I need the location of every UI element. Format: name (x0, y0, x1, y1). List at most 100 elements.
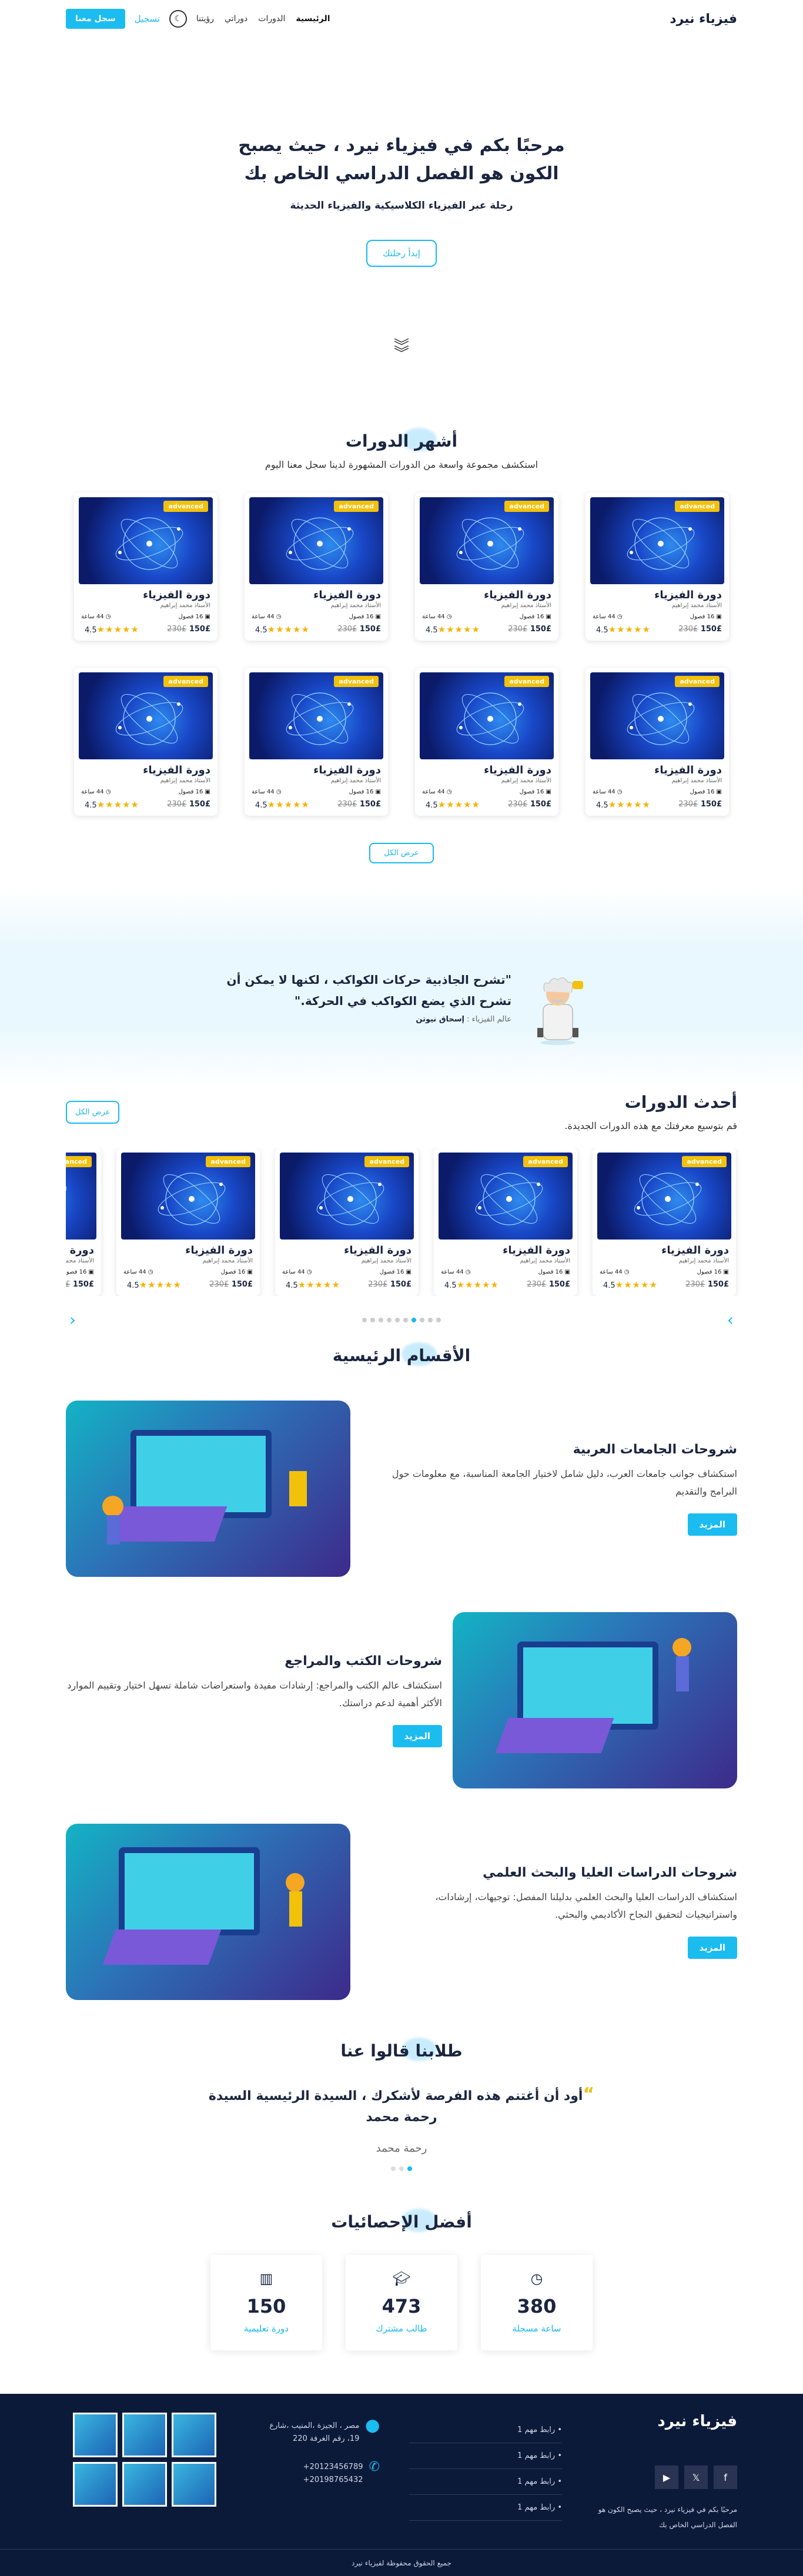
slider-nav: › ‹ (0, 1310, 803, 1329)
course-title: دورة الفيزياء (654, 764, 722, 776)
slider-dot-active[interactable] (411, 1317, 416, 1322)
footer-gallery (73, 2413, 216, 2507)
star-rating-icon: ★★★★★ (139, 1279, 182, 1290)
section-heading: شروحات الدراسات العليا والبحث العلمي (483, 1865, 737, 1880)
slider-dot[interactable] (420, 1317, 424, 1322)
course-card[interactable]: advancedدورة الفيزياءالأستاذ محمد إبراهي… (593, 1148, 736, 1296)
section-illustration (66, 1401, 350, 1577)
course-teacher: الأستاذ محمد إبراهيم (361, 1258, 411, 1264)
course-body: دورة الفيزياءالأستاذ محمد إبراهيم▣ 16 فص… (116, 1240, 260, 1290)
slider-dot[interactable] (370, 1317, 375, 1322)
testimonial-dot[interactable] (399, 2166, 404, 2171)
course-price: 150£ 230£ (678, 800, 722, 809)
course-card[interactable]: advancedدورة الفيزياءالأستاذ محمد إبراهي… (585, 493, 729, 641)
star-rating-icon: ★★★★★ (267, 799, 310, 810)
footer-brand: فيزياء نيرد f 𝕏 ▶ مرحبًا بكم في فيزياء ن… (584, 2413, 737, 2533)
join-button[interactable]: سجل معنا (66, 9, 125, 29)
course-footer: 150£ 230£ ★★★★★4.5 (422, 624, 551, 635)
gallery-thumb[interactable] (172, 2462, 216, 2507)
twitter-icon[interactable]: 𝕏 (684, 2466, 708, 2489)
footer-link[interactable]: • رابط مهم 1 (409, 2469, 562, 2495)
slider-dot[interactable] (403, 1317, 408, 1322)
nav-link-home[interactable]: الرئيسية (296, 14, 330, 24)
footer-link[interactable]: • رابط مهم 1 (409, 2443, 562, 2469)
course-price: 150£ 230£ (508, 800, 551, 809)
slider-next-icon[interactable]: › (727, 1310, 734, 1329)
slider-dot[interactable] (436, 1317, 441, 1322)
facebook-icon[interactable]: f (714, 2466, 737, 2489)
course-card[interactable]: advancedدورة الفيزياءالأستاذ محمد إبراهي… (245, 493, 388, 641)
sections-title: الأقسام الرئيسية (0, 1346, 803, 1365)
course-teacher: الأستاذ محمد إبراهيم (671, 602, 722, 609)
course-price: 150£ 230£ (337, 625, 381, 634)
course-title: دورة الفيزياء (143, 764, 210, 776)
testimonial-dot[interactable] (391, 2166, 396, 2171)
course-meta: ▣ 16 فصول ◷ 44 ساعة (593, 789, 722, 795)
course-body: دورة الفيزياءالأستاذ محمد إبراهيم▣ 16 فص… (593, 1240, 736, 1290)
course-card[interactable]: advancedدورة الفيزياءالأستاذ محمد إبراهي… (245, 668, 388, 816)
more-button[interactable]: المزيد (687, 1936, 737, 1959)
course-card[interactable]: advancedدورة الفيزياءالأستاذ محمد إبراهي… (415, 668, 558, 816)
hours-count: ◷ 44 ساعة (282, 1269, 312, 1275)
footer-logo[interactable]: فيزياء نيرد (584, 2413, 737, 2430)
theme-toggle-icon[interactable]: ☾ (169, 10, 187, 28)
course-footer: 150£ 230£ ★★★★★4.5 (600, 1279, 729, 1290)
start-journey-button[interactable]: إبدأ رحلتك (366, 240, 437, 267)
stat-label: ساعة مسجلة (512, 2323, 561, 2334)
site-logo[interactable]: فيزياء نيرد (670, 12, 737, 26)
slider-prev-icon[interactable]: ‹ (69, 1310, 76, 1329)
slider-dot[interactable] (362, 1317, 367, 1322)
slider-dot[interactable] (428, 1317, 433, 1322)
section-description: استكشاف عالم الكتب والمراجع: إرشادات مفي… (67, 1679, 442, 1709)
course-rating: ★★★★★4.5 (444, 1279, 499, 1290)
course-meta: ▣ 16 فصول ◷ 44 ساعة (593, 614, 722, 620)
slider-dot[interactable] (379, 1317, 383, 1322)
latest-courses-slider[interactable]: advanced دورة الفيزياء الأستاذ محمد إبراهي… (66, 1148, 803, 1296)
testimonial-dot-active[interactable] (407, 2166, 412, 2171)
course-price: 150£ 230£ (685, 1280, 729, 1289)
course-card[interactable]: advanced دورة الفيزياءالأستاذ محمد إبراهي… (116, 1148, 260, 1296)
popular-show-all-button[interactable]: عرض الكل (369, 843, 434, 863)
slider-dot[interactable] (387, 1317, 392, 1322)
hours-count: ◷ 44 ساعة (422, 614, 452, 620)
gallery-thumb[interactable] (73, 2413, 118, 2457)
latest-show-all-button[interactable]: عرض الكل (66, 1101, 120, 1124)
course-rating: ★★★★★4.5 (596, 799, 651, 810)
course-card[interactable]: advancedدورة الفيزياءالأستاذ محمد إبراهي… (74, 493, 218, 641)
course-thumbnail: advanced (121, 1153, 255, 1240)
course-card[interactable]: advancedدورة الفيزياءالأستاذ محمد إبراهي… (434, 1148, 577, 1296)
gallery-thumb[interactable] (172, 2413, 216, 2457)
course-meta: ▣ 16 فصول ◷ 44 ساعة (81, 614, 210, 620)
gallery-thumb[interactable] (122, 2462, 167, 2507)
level-badge: advanced (206, 1156, 250, 1167)
course-body: دورة الفيزياءالأستاذ محمد إبراهيم▣ 16 فص… (585, 759, 729, 810)
footer-link[interactable]: • رابط مهم 1 (409, 2417, 562, 2443)
stat-card-courses: ▥ 150 دورة تعليمية (210, 2255, 322, 2350)
scroll-down-icon[interactable]: ︾ ︾ (394, 339, 409, 361)
level-badge: advanced (66, 1156, 92, 1167)
nav-link-vision[interactable]: رؤيتنا (196, 14, 214, 24)
course-card[interactable]: advancedدورة الفيزياءالأستاذ محمد إبراهي… (585, 668, 729, 816)
course-card[interactable]: advancedدورة الفيزياءالأستاذ محمد إبراهي… (415, 493, 558, 641)
course-title: دورة الفيزياء (503, 1244, 570, 1257)
course-card[interactable]: advancedدورة الفيزياءالأستاذ محمد إبراهي… (275, 1148, 419, 1296)
star-rating-icon: ★★★★★ (608, 624, 651, 635)
more-button[interactable]: المزيد (392, 1724, 442, 1747)
course-card[interactable]: advancedدورة الفيزياءالأستاذ محمد إبراهي… (66, 1148, 101, 1296)
level-badge: advanced (163, 501, 208, 512)
youtube-icon[interactable]: ▶ (655, 2466, 678, 2489)
gallery-thumb[interactable] (73, 2462, 118, 2507)
nav-links: الرئيسية الدورات دوراتي رؤيتنا (196, 14, 330, 24)
login-link[interactable]: تسجيل (135, 14, 160, 24)
nav-link-my-courses[interactable]: دوراتي (225, 14, 247, 24)
slider-dot[interactable] (395, 1317, 400, 1322)
quote-author: عالم الفيزياء : إسحاق نيوتن (416, 1015, 511, 1024)
gallery-thumb[interactable] (122, 2413, 167, 2457)
section-description: استكشاف الدراسات العليا والبحث العلمي بد… (435, 1891, 737, 1920)
more-button[interactable]: المزيد (687, 1513, 737, 1536)
course-body: دورة الفيزياءالأستاذ محمد إبراهيم▣ 16 فص… (434, 1240, 577, 1290)
nav-link-courses[interactable]: الدورات (258, 14, 285, 24)
lessons-count: ▣ 16 فصول (538, 1269, 570, 1275)
course-thumbnail: advanced (249, 497, 383, 584)
course-card[interactable]: advancedدورة الفيزياءالأستاذ محمد إبراهي… (74, 668, 218, 816)
